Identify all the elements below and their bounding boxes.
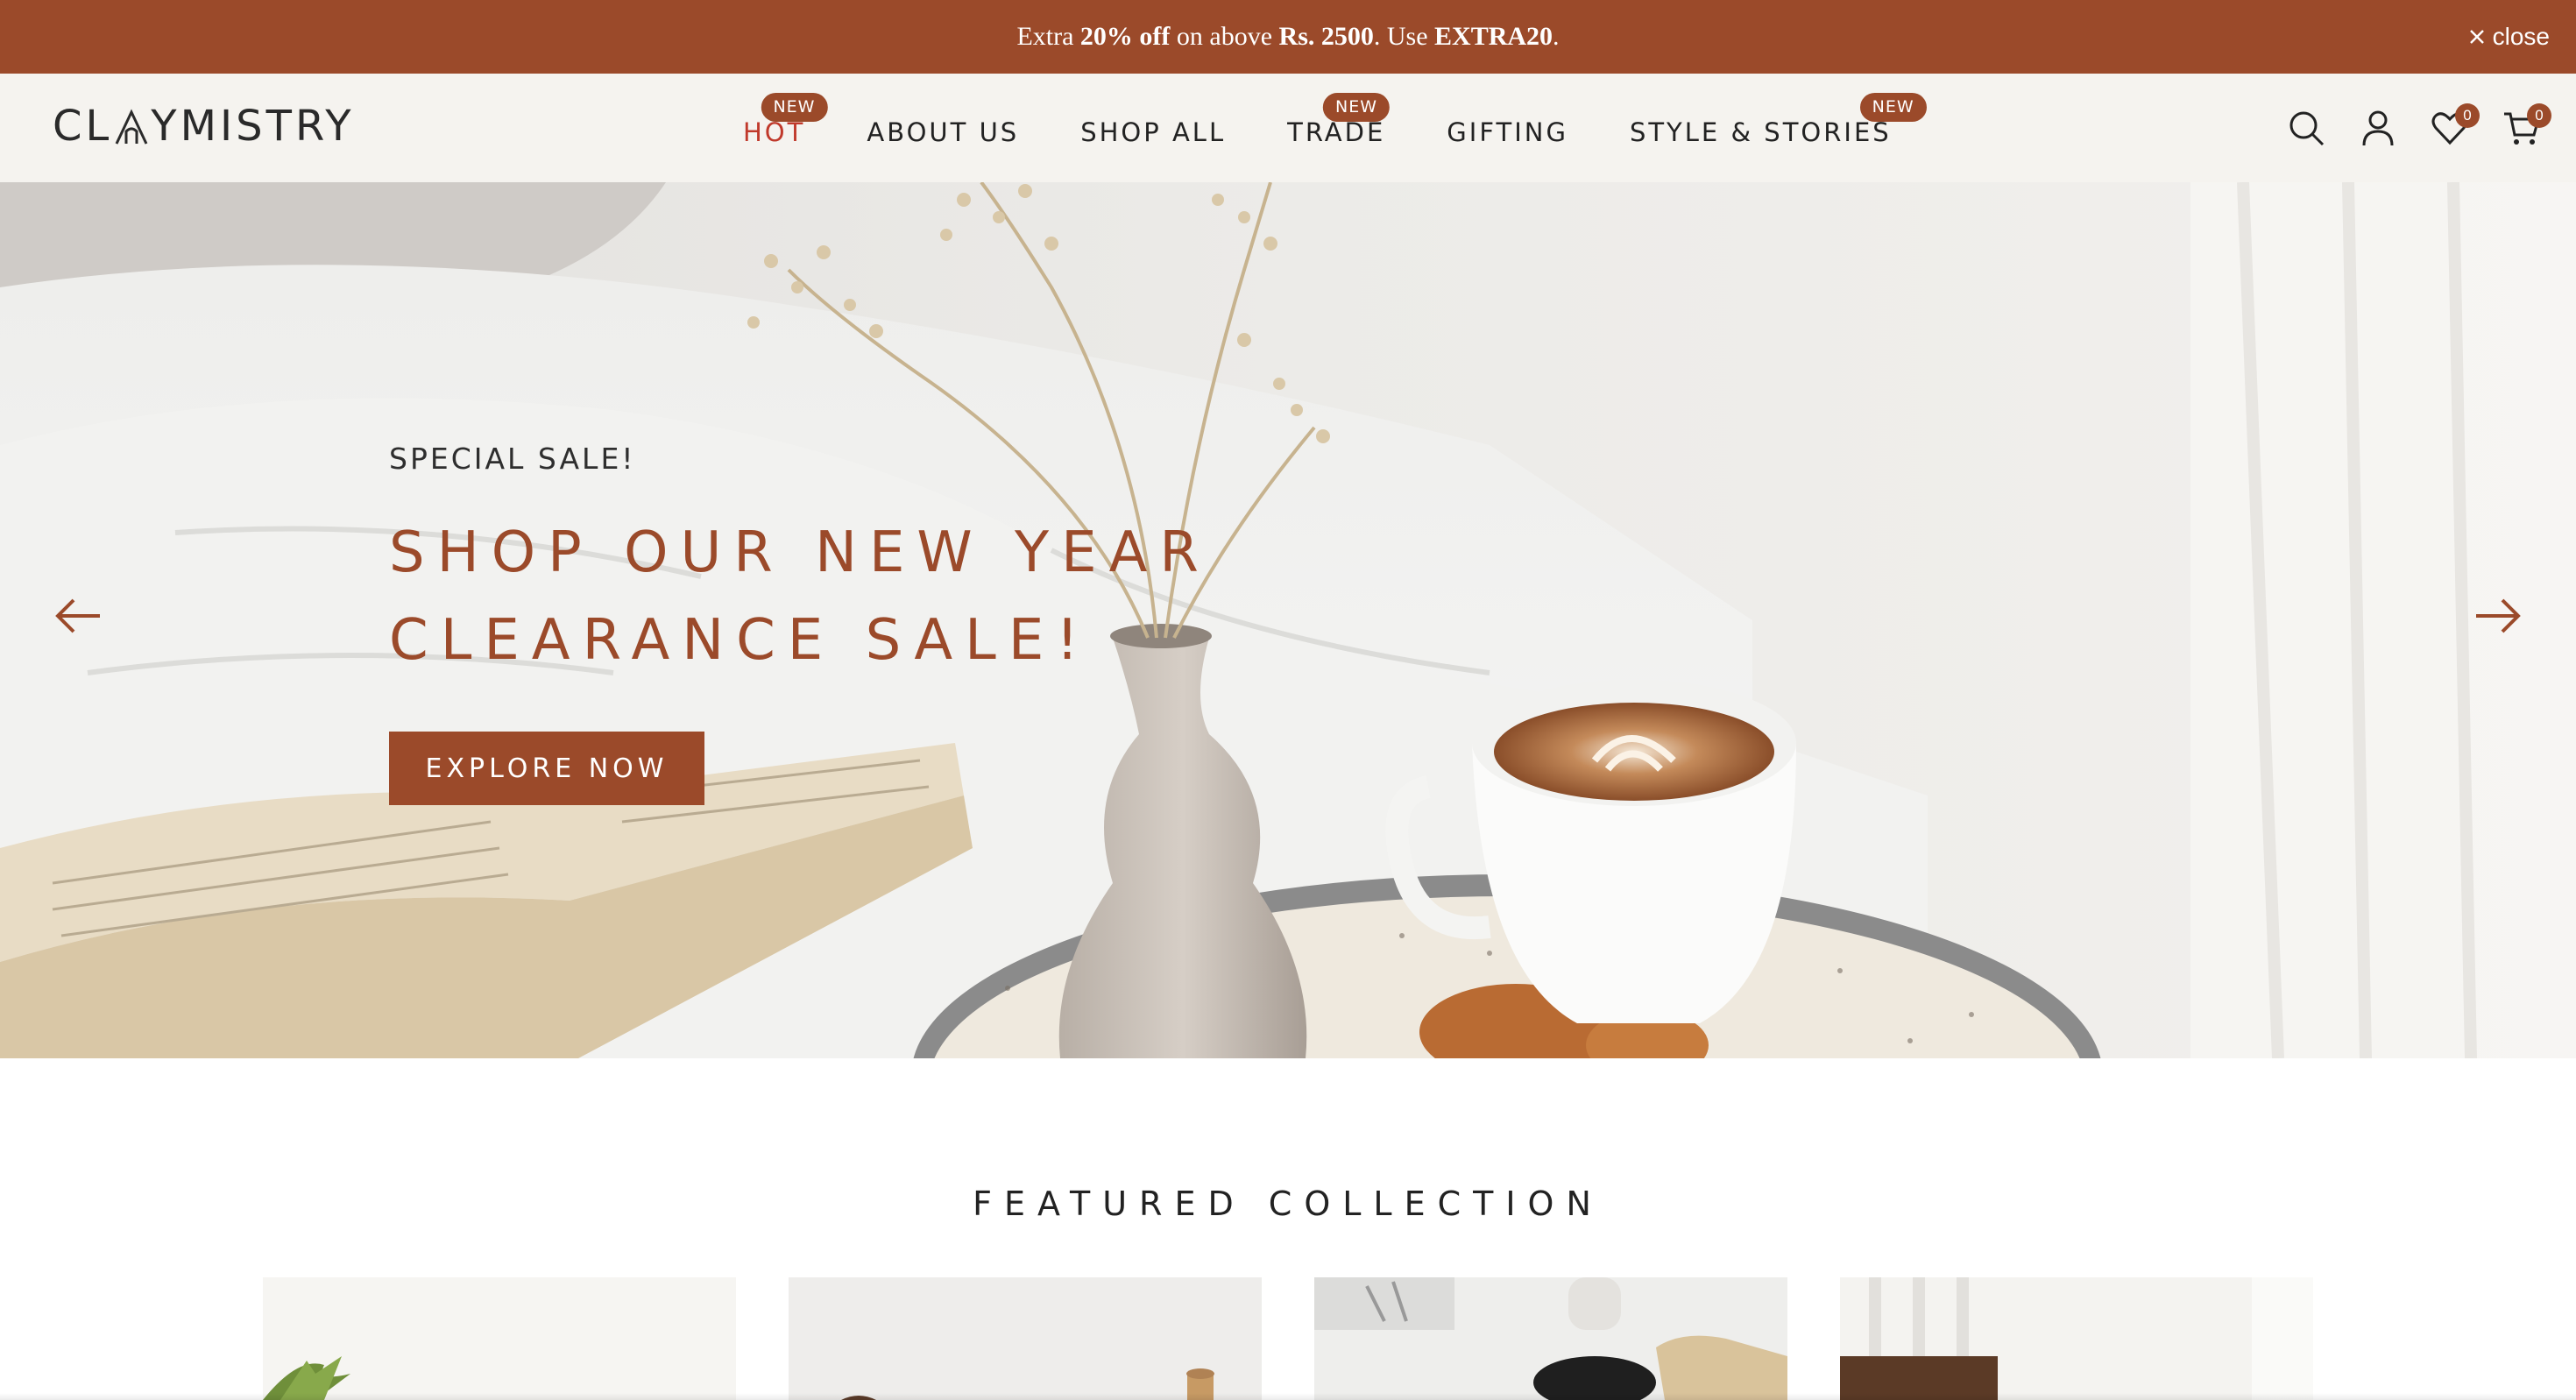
announcement-bar: Extra 20% off on above Rs. 2500. Use EXT… [0,0,2576,74]
hero-headline-line2: CLEARANCE SALE! [389,608,1091,673]
featured-collection-grid [263,1277,2313,1400]
hero-text-block: SPECIAL SALE! SHOP OUR NEW YEAR CLEARANC… [389,442,1353,805]
announcement-prefix: Extra [1016,22,1080,51]
collection-image [263,1277,736,1400]
announcement-suffix: . [1553,22,1560,51]
announcement-code: EXTRA20 [1434,22,1553,51]
wishlist-button[interactable]: 0 [2431,103,2480,151]
nav-item-shop-all[interactable]: SHOP ALL [1080,117,1226,147]
hero-eyebrow: SPECIAL SALE! [389,442,636,476]
nav-item-hot[interactable]: HOT NEW [743,93,828,147]
cart-count-badge: 0 [2527,103,2551,128]
announcement-close-button[interactable]: close [2468,21,2550,53]
close-label: close [2492,23,2550,50]
announcement-middle: on above [1170,22,1279,51]
slider-next-button[interactable] [2471,594,2523,638]
close-icon [2469,30,2484,44]
nav-label: TRADE [1287,117,1386,147]
page-fold-shadow [0,1393,2576,1400]
site-header: CL YMISTRY HOT NEW ABOUT US SHOP ALL TRA… [0,74,2576,182]
announcement-text: Extra 20% off on above Rs. 2500. Use EXT… [1016,22,1559,52]
hero-banner: SPECIAL SALE! SHOP OUR NEW YEAR CLEARANC… [0,182,2576,1058]
nav-label: ABOUT US [867,117,1020,147]
featured-collection-title: FEATURED COLLECTION [973,1184,1603,1223]
main-nav: HOT NEW ABOUT US SHOP ALL TRADE NEW GIFT… [743,93,1927,154]
hero-headline-line1: SHOP OUR NEW YEAR [389,520,1211,585]
collection-image [1840,1277,2313,1400]
collection-card[interactable] [1314,1277,1787,1400]
collection-image [1314,1277,1787,1400]
new-badge: NEW [761,93,828,122]
wishlist-count-badge: 0 [2455,103,2480,128]
hero-headline: SHOP OUR NEW YEAR CLEARANCE SALE! [389,509,1353,684]
nav-label: HOT [743,117,806,147]
collection-image [789,1277,1262,1400]
collection-card[interactable] [1840,1277,2313,1400]
house-icon [115,109,148,145]
nav-label: SHOP ALL [1080,117,1227,147]
nav-item-gifting[interactable]: GIFTING [1447,117,1568,147]
new-badge: NEW [1859,93,1927,122]
announcement-discount: 20% off [1079,22,1171,51]
search-button[interactable] [2287,109,2325,151]
cart-button[interactable]: 0 [2502,103,2551,151]
collection-card[interactable] [789,1277,1262,1400]
header-icons: 0 0 [2287,103,2551,154]
collection-card[interactable] [263,1277,736,1400]
nav-item-trade[interactable]: TRADE NEW [1287,93,1391,147]
nav-item-style-stories[interactable]: STYLE & STORIES NEW [1629,93,1927,147]
logo-text-left: CL [53,102,113,151]
explore-now-button[interactable]: EXPLORE NOW [389,732,704,805]
nav-label: GIFTING [1447,117,1568,147]
user-icon [2362,110,2394,146]
search-icon [2289,111,2325,146]
arrow-left-icon [55,598,100,633]
logo-text-right: YMISTRY [151,102,355,151]
brand-logo[interactable]: CL YMISTRY [53,100,403,152]
slider-prev-button[interactable] [53,594,105,638]
nav-label: STYLE & STORIES [1629,117,1892,147]
arrow-right-icon [2476,598,2521,633]
new-badge: NEW [1323,93,1391,122]
account-button[interactable] [2359,109,2397,151]
announcement-use-text: . Use [1373,22,1435,51]
announcement-amount: Rs. 2500 [1278,22,1374,51]
nav-item-about-us[interactable]: ABOUT US [867,117,1019,147]
